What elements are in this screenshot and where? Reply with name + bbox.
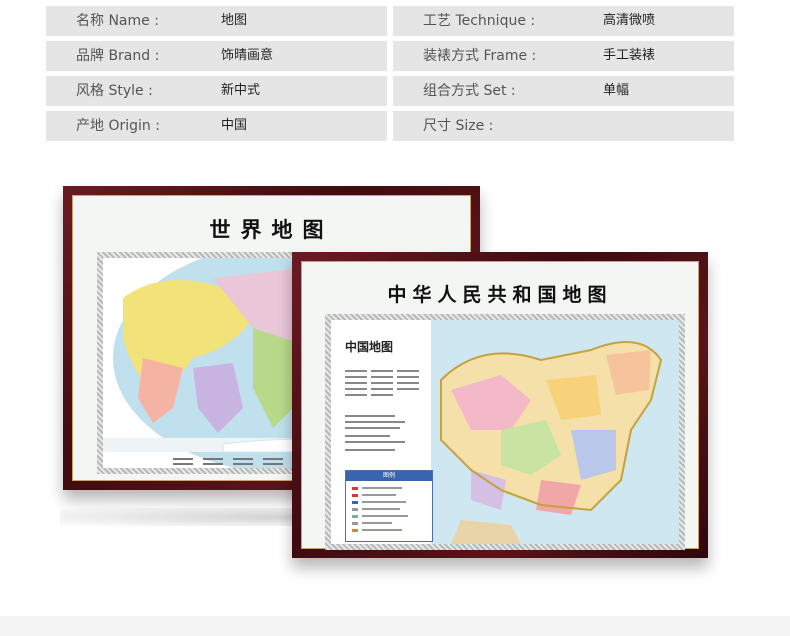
map-legend: 图例	[345, 470, 433, 542]
spec-label: 工艺 Technique :	[423, 13, 536, 29]
spec-label: 品牌 Brand :	[76, 48, 160, 64]
spec-label: 风格 Style :	[76, 83, 153, 99]
spec-brand: 品牌 Brand : 饰晴画意	[46, 41, 387, 71]
spec-origin: 产地 Origin : 中国	[46, 111, 387, 141]
spec-value: 中国	[221, 118, 248, 133]
spec-value: 单幅	[603, 83, 630, 98]
product-specs-table: 名称 Name : 地图 工艺 Technique : 高清微喷 品牌 Bran…	[46, 6, 734, 146]
spec-value: 手工装裱	[603, 48, 656, 63]
china-map-border: 中国地图 图例	[319, 308, 691, 556]
china-map-frame: 中华人民共和国地图 中国地图 图例	[292, 252, 708, 558]
spec-label: 名称 Name :	[76, 13, 159, 29]
spec-row: 品牌 Brand : 饰晴画意 装裱方式 Frame : 手工装裱	[46, 41, 734, 71]
spec-label: 装裱方式 Frame :	[423, 48, 537, 64]
spec-row: 产地 Origin : 中国 尺寸 Size :	[46, 111, 734, 141]
spec-frame: 装裱方式 Frame : 手工装裱	[393, 41, 734, 71]
china-map-mat: 中华人民共和国地图 中国地图 图例	[301, 261, 699, 550]
china-map-title: 中华人民共和国地图	[387, 284, 613, 306]
spec-value: 高清微喷	[603, 13, 656, 28]
spec-label: 组合方式 Set :	[423, 83, 516, 99]
spec-name: 名称 Name : 地图	[46, 6, 387, 36]
spec-technique: 工艺 Technique : 高清微喷	[393, 6, 734, 36]
legend-title: 图例	[346, 471, 432, 481]
spec-label: 产地 Origin :	[76, 118, 160, 134]
spec-value: 饰晴画意	[221, 48, 274, 63]
china-map-image: 中国地图 图例	[331, 320, 679, 544]
spec-row: 名称 Name : 地图 工艺 Technique : 高清微喷	[46, 6, 734, 36]
china-inset-title: 中国地图	[345, 340, 394, 354]
spec-set: 组合方式 Set : 单幅	[393, 76, 734, 106]
spec-row: 风格 Style : 新中式 组合方式 Set : 单幅	[46, 76, 734, 106]
spec-value: 地图	[221, 13, 248, 28]
world-map-title: 世界地图	[209, 217, 334, 242]
bottom-divider	[0, 616, 790, 636]
spec-style: 风格 Style : 新中式	[46, 76, 387, 106]
spec-size: 尺寸 Size :	[393, 111, 734, 141]
legend-entries	[352, 487, 408, 532]
spec-value: 新中式	[221, 83, 261, 98]
spec-label: 尺寸 Size :	[423, 118, 494, 134]
